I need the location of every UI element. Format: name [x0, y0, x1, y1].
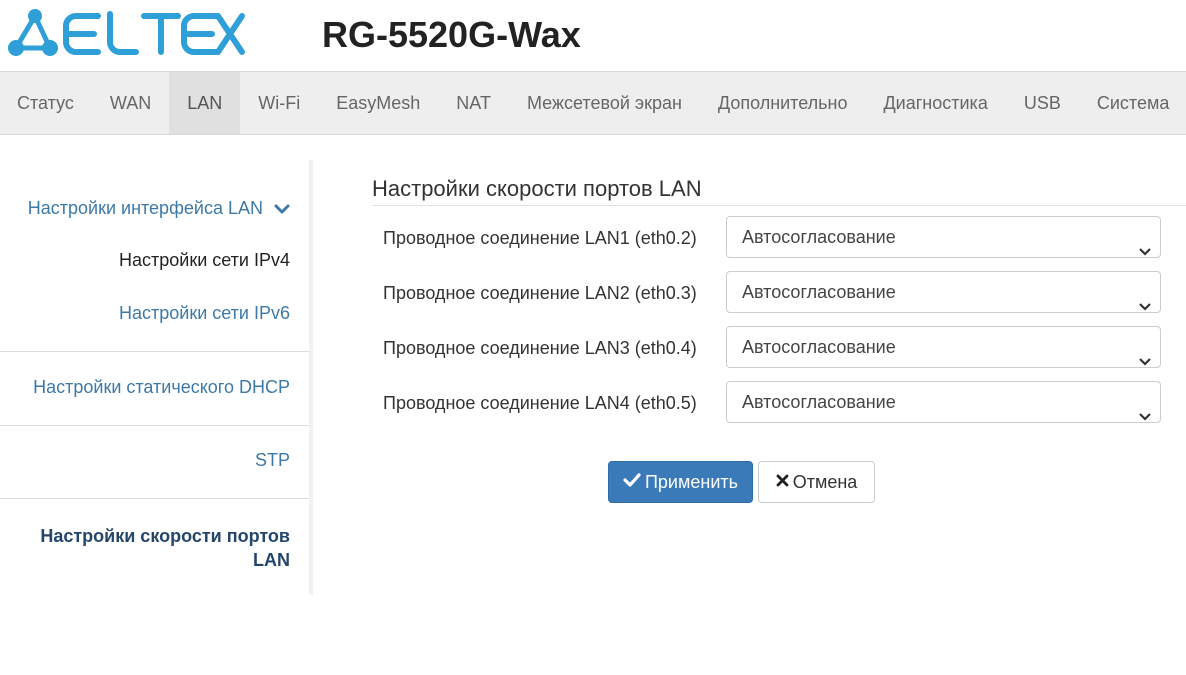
eltex-logo-icon: [8, 9, 245, 56]
select-value: Автосогласование: [742, 337, 896, 357]
nav-item-wifi[interactable]: Wi-Fi: [240, 72, 318, 134]
sidebar-item-ipv6[interactable]: Настройки сети IPv6: [0, 303, 310, 324]
sidebar-scroll-rail: [309, 160, 313, 595]
cancel-button[interactable]: Отмена: [758, 461, 875, 503]
nav-item-advanced[interactable]: Дополнительно: [700, 72, 866, 134]
chevron-down-icon: [1139, 231, 1151, 271]
nav-item-nat[interactable]: NAT: [438, 72, 509, 134]
page-title: Настройки скорости портов LAN: [372, 176, 702, 201]
nav-item-easymesh[interactable]: EasyMesh: [318, 72, 438, 134]
apply-button-label: Применить: [644, 472, 738, 492]
close-icon: [776, 461, 789, 501]
select-value: Автосогласование: [742, 392, 896, 412]
select-value: Автосогласование: [742, 282, 896, 302]
chevron-down-icon: [1139, 286, 1151, 326]
lan3-label: Проводное соединение LAN3 (eth0.4): [383, 338, 697, 358]
cancel-button-label: Отмена: [792, 472, 858, 492]
main-nav: Статус WAN LAN Wi-Fi EasyMesh NAT Межсет…: [0, 71, 1186, 135]
sidebar-divider: [0, 498, 310, 499]
sidebar-item-ipv4[interactable]: Настройки сети IPv4: [0, 250, 310, 271]
lan1-label: Проводное соединение LAN1 (eth0.2): [383, 228, 697, 248]
sidebar-item-stp[interactable]: STP: [0, 450, 310, 471]
nav-item-diagnostics[interactable]: Диагностика: [865, 72, 1005, 134]
sidebar: Настройки интерфейса LAN Настройки сети …: [0, 160, 310, 595]
apply-button[interactable]: Применить: [608, 461, 753, 503]
lan2-label: Проводное соединение LAN2 (eth0.3): [383, 283, 697, 303]
nav-item-lan[interactable]: LAN: [169, 72, 241, 134]
sidebar-item-port-speed[interactable]: Настройки скорости портов LAN: [0, 524, 310, 572]
check-icon: [623, 461, 641, 501]
nav-item-wan[interactable]: WAN: [92, 72, 169, 134]
sidebar-divider: [0, 351, 310, 352]
app-header: RG-5520G-Wax: [0, 0, 1186, 71]
sidebar-item-static-dhcp[interactable]: Настройки статического DHCP: [0, 377, 310, 398]
title-divider: [372, 205, 1186, 206]
lan3-speed-select[interactable]: Автосогласование: [726, 326, 1161, 368]
lan2-speed-select[interactable]: Автосогласование: [726, 271, 1161, 313]
sidebar-item-lan-interface[interactable]: Настройки интерфейса LAN: [0, 198, 310, 220]
sidebar-item-label[interactable]: Настройки интерфейса LAN: [28, 198, 263, 218]
sidebar-item-label: LAN: [253, 550, 290, 570]
nav-item-system[interactable]: Система: [1079, 72, 1186, 134]
select-value: Автосогласование: [742, 227, 896, 247]
chevron-down-icon: [1139, 396, 1151, 436]
nav-item-usb[interactable]: USB: [1006, 72, 1079, 134]
device-title: RG-5520G-Wax: [322, 14, 581, 55]
eltex-logo[interactable]: [6, 8, 246, 60]
nav-item-firewall[interactable]: Межсетевой экран: [509, 72, 700, 134]
sidebar-divider: [0, 425, 310, 426]
lan1-speed-select[interactable]: Автосогласование: [726, 216, 1161, 258]
chevron-down-icon: [1139, 341, 1151, 381]
chevron-down-icon[interactable]: [274, 199, 290, 220]
nav-item-status[interactable]: Статус: [0, 72, 92, 134]
sidebar-item-label: Настройки скорости портов: [40, 526, 290, 546]
lan4-label: Проводное соединение LAN4 (eth0.5): [383, 393, 697, 413]
lan4-speed-select[interactable]: Автосогласование: [726, 381, 1161, 423]
